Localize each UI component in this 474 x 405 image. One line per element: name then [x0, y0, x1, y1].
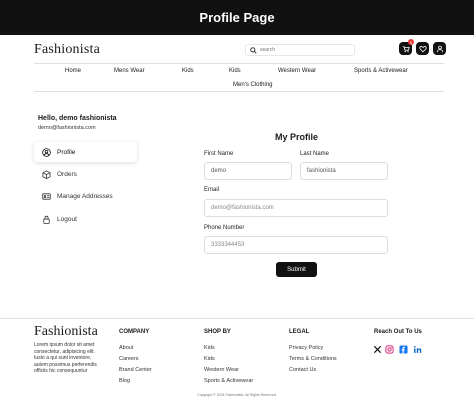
footer-link-brand-center[interactable]: Brand Center — [119, 367, 152, 373]
account-button[interactable] — [433, 42, 446, 55]
last-name-label: Last Name — [300, 151, 330, 157]
sidebar-item-label: Manage Addresses — [57, 192, 113, 200]
header-icons: 0 — [399, 39, 446, 55]
greeting: Hello, demo fashionista — [38, 115, 117, 122]
footer-link-kids-2[interactable]: Kids — [204, 356, 215, 362]
footer-link-privacy-policy[interactable]: Privacy Policy — [289, 345, 323, 351]
shop-by-title: SHOP BY — [204, 329, 231, 335]
footer-link-about[interactable]: About — [119, 345, 133, 351]
form-title: My Profile — [275, 132, 319, 142]
footer-link-sports-activewear[interactable]: Sports & Activewear — [204, 378, 253, 384]
site-header: Fashionista 0 — [0, 35, 474, 63]
lock-icon — [43, 215, 50, 224]
nav-item-kids[interactable]: Kids — [182, 68, 194, 74]
nav-item-home[interactable]: Home — [65, 68, 81, 74]
linkedin-icon — [413, 345, 422, 353]
sidebar-item-label: Profile — [57, 148, 76, 156]
user-circle-icon — [42, 147, 51, 157]
first-name-value: demo — [211, 168, 227, 174]
facebook-link[interactable] — [399, 345, 408, 354]
phone-label: Phone Number — [204, 225, 245, 231]
footer-link-terms[interactable]: Terms & Conditions — [289, 356, 337, 362]
copyright: Copyright © 2024 Fashionista. All Rights… — [197, 393, 277, 397]
nav-item-western-wear[interactable]: Western Wear — [278, 68, 316, 74]
sidebar-item-orders[interactable]: Orders — [34, 164, 137, 184]
page-banner: Profile Page — [0, 0, 474, 35]
sidebar-item-profile[interactable]: Profile — [34, 142, 137, 162]
company-title: COMPANY — [119, 329, 150, 335]
footer-divider — [0, 318, 474, 319]
phone-field[interactable]: 3333344453 — [204, 236, 388, 254]
last-name-value: fashionista — [307, 168, 336, 174]
first-name-label: First Name — [204, 151, 234, 157]
logo[interactable]: Fashionista — [34, 42, 100, 58]
phone-placeholder: 3333344453 — [211, 242, 245, 248]
linkedin-link[interactable] — [413, 345, 422, 354]
search-bar[interactable] — [245, 44, 355, 56]
instagram-link[interactable] — [385, 345, 394, 354]
user-email: demo@fashionista.com — [38, 125, 96, 131]
footer-link-contact-us[interactable]: Contact Us — [289, 367, 316, 373]
wishlist-button[interactable] — [416, 42, 429, 55]
footer-link-kids[interactable]: Kids — [204, 345, 215, 351]
instagram-icon — [385, 345, 394, 354]
reach-out-title: Reach Out To Us — [374, 329, 422, 335]
search-input[interactable] — [260, 47, 350, 53]
legal-title: LEGAL — [289, 329, 310, 335]
sidebar-item-logout[interactable]: Logout — [34, 209, 137, 229]
sidebar-item-label: Logout — [57, 215, 77, 223]
facebook-icon — [399, 345, 408, 354]
nav-item-sports-activewear[interactable]: Sports & Activewear — [354, 68, 408, 74]
email-label: Email — [204, 187, 220, 193]
footer-link-blog[interactable]: Blog — [119, 378, 130, 384]
sidebar-item-addresses[interactable]: Manage Addresses — [34, 186, 137, 206]
first-name-field[interactable]: demo — [204, 162, 292, 180]
submit-button[interactable]: Submit — [276, 262, 317, 277]
footer-about: Lorem ipsum dolor sit amet consectetur, … — [34, 342, 97, 375]
cart-icon — [402, 45, 410, 52]
email-placeholder: demo@fashionista.com — [211, 205, 274, 211]
heart-icon — [418, 45, 427, 52]
sidebar-item-label: Orders — [57, 170, 77, 178]
main-nav: Home Mens Wear Kids Kids Western Wear Sp… — [34, 63, 444, 92]
nav-item-mens-wear[interactable]: Mens Wear — [114, 68, 145, 74]
footer-link-western-wear[interactable]: Western Wear — [204, 367, 239, 373]
search-icon — [250, 46, 257, 54]
email-field[interactable]: demo@fashionista.com — [204, 199, 388, 217]
cart-button[interactable]: 0 — [399, 39, 414, 55]
last-name-field[interactable]: fashionista — [300, 162, 388, 180]
nav-item-mens-clothing[interactable]: Men's Clothing — [233, 82, 273, 88]
box-icon — [42, 169, 51, 179]
x-link[interactable] — [373, 345, 382, 354]
nav-item-kids-2[interactable]: Kids — [229, 68, 241, 74]
footer-logo[interactable]: Fashionista — [34, 324, 98, 340]
x-icon — [373, 345, 382, 354]
user-icon — [436, 45, 443, 52]
id-card-icon — [42, 192, 51, 200]
footer-link-careers[interactable]: Careers — [119, 356, 139, 362]
cart-count-badge: 0 — [408, 39, 414, 45]
banner-title: Profile Page — [199, 10, 275, 25]
